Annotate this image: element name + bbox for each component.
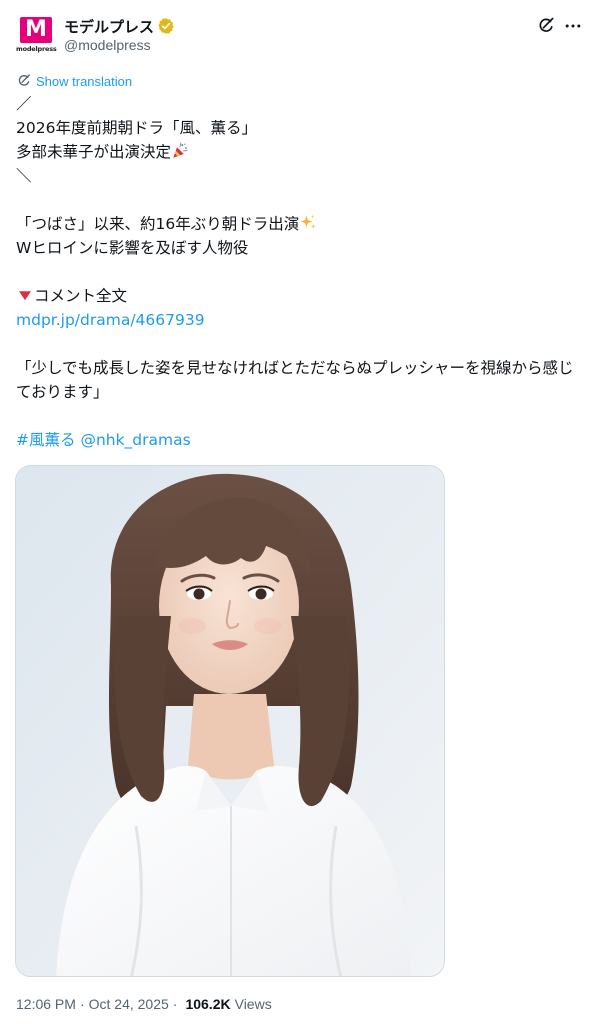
tweet-date[interactable]: Oct 24, 2025 [89,996,169,1012]
tweet-photo[interactable] [15,465,445,977]
text-line: コメント全文 [16,284,584,308]
separator: · [79,996,85,1012]
grok-icon[interactable] [536,16,556,36]
text-line: Wヒロインに影響を及ぼす人物役 [16,239,249,257]
text-line-content: 多部未華子が出演決定 [16,143,172,161]
text-line: ＼ [16,167,32,185]
mention-link[interactable]: @nhk_dramas [80,431,190,449]
verified-icon [158,18,174,34]
avatar[interactable]: M modelpress [16,14,57,54]
translate-icon [18,74,30,86]
tweet-header: M modelpress モデルプレス @modelpress [16,12,584,60]
text-line: 「つばさ」以来、約16年ぶり朝ドラ出演 [16,212,584,236]
text-line: mdpr.jp/drama/4667939 [16,308,584,332]
tweet-footer: 12:06 PM · Oct 24, 2025 · 106.2K Views [16,993,272,1015]
quote-text: 「少しでも成長した姿を見せなければとただならぬプレッシャーを視線から感じておりま… [16,359,574,401]
handle[interactable]: @modelpress [64,37,151,53]
tweet-time[interactable]: 12:06 PM [16,996,76,1012]
text-line: 2026年度前期朝ドラ「風、薫る」 [16,119,257,137]
avatar-logo-text: modelpress [16,45,57,53]
views-count: 106.2K [185,996,231,1012]
text-line: ／ [16,95,32,113]
red-triangle-down-icon [19,291,31,301]
avatar-logo: M [20,17,52,43]
hashtag-link[interactable]: #風薫る [16,431,76,449]
name-row: モデルプレス [64,15,175,37]
display-name[interactable]: モデルプレス [64,16,154,37]
text-line-content: 「つばさ」以来、約16年ぶり朝ドラ出演 [16,215,300,233]
views-label: Views [234,996,272,1012]
text-line-content: コメント全文 [34,287,128,305]
portrait-image [16,466,444,976]
article-link[interactable]: mdpr.jp/drama/4667939 [16,311,205,329]
show-translation-button[interactable]: Show translation [16,72,132,90]
more-icon[interactable] [562,16,584,36]
sparkles-icon [300,214,317,229]
party-popper-icon [173,142,188,158]
text-line: #風薫る @nhk_dramas [16,428,584,452]
show-translation-label: Show translation [36,73,133,89]
separator: · [172,996,178,1012]
text-line: 多部未華子が出演決定 [16,140,584,164]
tweet-text: ／ 2026年度前期朝ドラ「風、薫る」 多部未華子が出演決定 ＼ 「つばさ」以来… [16,92,584,452]
